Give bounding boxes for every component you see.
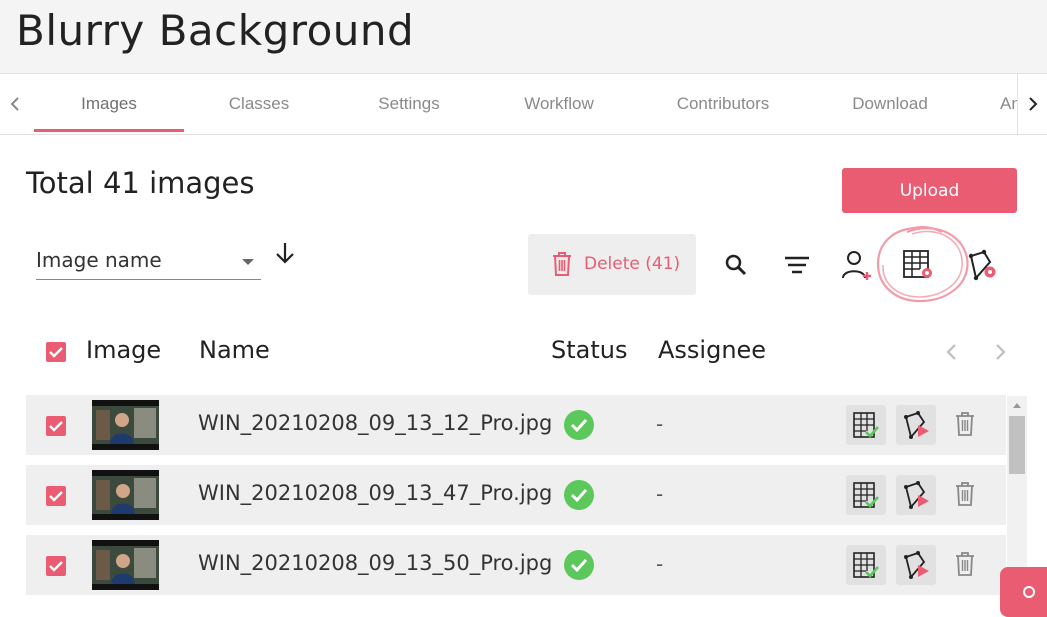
total-images-label: Total 41 images [26,166,255,200]
tab-settings[interactable]: Settings [334,74,484,134]
tabs-scroll-left-button[interactable] [0,74,30,134]
row-checkbox[interactable] [46,416,66,436]
caret-down-icon [242,259,254,265]
next-page-icon[interactable] [994,342,1008,362]
chat-icon [1023,586,1035,598]
image-thumbnail[interactable] [92,470,159,520]
row-checkbox[interactable] [46,556,66,576]
thumbnail-image [92,470,159,520]
tab-classes[interactable]: Classes [184,74,334,134]
row-checkbox[interactable] [46,486,66,506]
scrollbar-thumb[interactable] [1009,416,1025,474]
image-filename: WIN_20210208_09_13_47_Pro.jpg [198,481,553,505]
annotate-button[interactable] [896,405,936,445]
delete-label: Delete (41) [584,254,681,274]
assignee-value: - [656,552,664,576]
header-image: Image [86,336,162,364]
sort-by-value: Image name [36,248,162,272]
checkmark-icon [49,561,63,572]
title-bar: Blurry Background [0,0,1047,74]
tab-images[interactable]: Images [34,74,184,134]
active-tab-indicator [34,129,184,132]
delete-button[interactable]: Delete (41) [528,234,696,295]
classify-button[interactable] [846,475,886,515]
classify-icon [853,552,879,578]
chevron-right-icon [1028,97,1037,111]
trash-icon[interactable] [954,411,976,437]
table-row[interactable]: WIN_20210208_09_13_47_Pro.jpg - [26,465,1006,525]
status-completed-icon [564,410,594,440]
assign-user-button[interactable] [837,245,877,285]
thumbnail-image [92,540,159,590]
classify-button[interactable] [846,405,886,445]
scroll-up-icon[interactable] [1012,401,1022,409]
classify-icon [853,412,879,438]
select-all-checkbox[interactable] [46,342,66,362]
assignee-value: - [656,412,664,436]
image-filename: WIN_20210208_09_13_50_Pro.jpg [198,551,553,575]
tab-download[interactable]: Download [815,74,965,134]
thumbnail-image [92,400,159,450]
arrow-down-icon [276,243,294,264]
sort-by-select[interactable]: Image name [36,240,261,280]
annotate-icon [904,411,929,439]
image-thumbnail[interactable] [92,400,159,450]
status-completed-icon [564,480,594,510]
header-name[interactable]: Name [199,336,270,364]
highlight-circle [876,226,969,303]
header-status[interactable]: Status [551,336,627,364]
tab-workflow[interactable]: Workflow [484,74,634,134]
annotate-icon [904,481,929,509]
table-row[interactable]: WIN_20210208_09_13_50_Pro.jpg - [26,535,1006,595]
chat-button[interactable] [1000,567,1047,617]
search-button[interactable] [716,245,756,285]
tabs-scroll-right-button[interactable] [1017,74,1047,134]
classify-icon [853,482,879,508]
checkmark-icon [49,491,63,502]
previous-page-icon[interactable] [944,342,958,362]
classify-button[interactable] [846,545,886,585]
annotate-button[interactable] [896,475,936,515]
annotate-button[interactable] [896,545,936,585]
status-completed-icon [564,550,594,580]
filter-button[interactable] [777,245,817,285]
trash-icon[interactable] [954,481,976,507]
trash-icon[interactable] [954,551,976,577]
checkmark-icon [49,347,63,358]
assignee-value: - [656,482,664,506]
table-row[interactable]: WIN_20210208_09_13_12_Pro.jpg - [26,395,1006,455]
page-title: Blurry Background [16,6,415,55]
sort-direction-button[interactable] [272,240,298,270]
assign-user-icon [842,251,871,280]
checkmark-icon [49,421,63,432]
header-assignee[interactable]: Assignee [658,336,766,364]
chevron-left-icon [10,97,19,111]
filter-icon [785,256,809,274]
trash-icon [553,252,571,276]
upload-button[interactable]: Upload [842,168,1017,213]
tab-bar: Images Classes Settings Workflow Contrib… [0,74,1047,135]
annotate-icon [904,551,929,579]
search-icon [725,254,747,276]
table-header: Image Name Status Assignee [26,330,1026,374]
image-filename: WIN_20210208_09_13_12_Pro.jpg [198,411,553,435]
tab-contributors[interactable]: Contributors [648,74,798,134]
image-thumbnail[interactable] [92,540,159,590]
